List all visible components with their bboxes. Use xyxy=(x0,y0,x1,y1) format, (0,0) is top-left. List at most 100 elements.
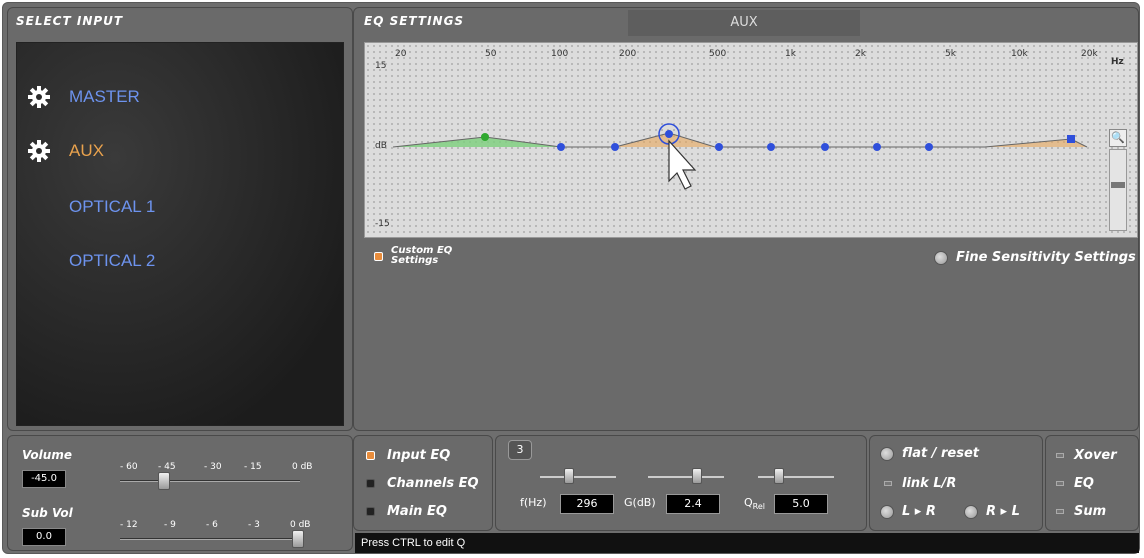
hz-unit-label: Hz xyxy=(1111,57,1124,67)
input-label-optical-1: OPTICAL 1 xyxy=(69,197,156,216)
custom-eq-label-2: Settings xyxy=(391,255,439,266)
fine-sensitivity-radio[interactable] xyxy=(934,250,948,265)
main-eq-option[interactable]: Main EQ xyxy=(366,504,447,519)
volume-value-field[interactable]: -45.0 xyxy=(22,470,66,488)
eq-node-2 xyxy=(557,143,565,151)
q-label-sub: Rel xyxy=(752,502,766,512)
input-eq-label: Input EQ xyxy=(387,448,451,463)
volume-slider-track[interactable] xyxy=(120,480,300,482)
custom-eq-led xyxy=(374,251,383,261)
input-item-aux[interactable]: AUX xyxy=(27,139,104,163)
xover-panel: Xover EQ Sum xyxy=(1045,435,1139,531)
volume-scale-tick: - 60 xyxy=(120,462,138,472)
eq-scrollbar[interactable] xyxy=(1109,149,1127,231)
status-bar: Press CTRL to edit Q xyxy=(355,533,1139,553)
volume-slider-knob[interactable] xyxy=(158,472,170,490)
eq-node-7 xyxy=(821,143,829,151)
subvol-scale-tick: - 9 xyxy=(164,520,176,530)
r-to-l-radio[interactable] xyxy=(964,504,978,519)
l-to-r-label: L ▸ R xyxy=(902,504,936,519)
volume-panel: Volume -45.0 - 60 - 45 - 30 - 15 0 dB Su… xyxy=(7,435,353,551)
input-label-optical-2: OPTICAL 2 xyxy=(69,251,156,270)
channels-eq-option[interactable]: Channels EQ xyxy=(366,476,479,491)
input-item-master[interactable]: MASTER xyxy=(27,85,140,109)
copy-r-to-l-button[interactable]: R ▸ L xyxy=(964,504,1020,519)
eq-node-9 xyxy=(925,143,933,151)
input-label-aux: AUX xyxy=(69,141,104,160)
eq-type-panel: Input EQ Channels EQ Main EQ xyxy=(353,435,493,531)
volume-scale-tick: 0 dB xyxy=(292,462,313,472)
eq-node-1 xyxy=(481,133,489,141)
flat-reset-button[interactable]: flat / reset xyxy=(880,446,979,461)
input-eq-option[interactable]: Input EQ xyxy=(366,448,450,463)
eq-curve xyxy=(392,123,1088,190)
subvol-scale-tick: 0 dB xyxy=(290,520,311,530)
subvol-label: Sub Vol xyxy=(22,506,73,520)
volume-scale-tick: - 30 xyxy=(204,462,222,472)
q-slider-track[interactable] xyxy=(758,476,834,478)
subvol-slider-track[interactable] xyxy=(120,538,300,540)
fine-sensitivity-label: Fine Sensitivity Settings xyxy=(956,250,1136,265)
gain-value-field[interactable]: 2.4 xyxy=(666,494,720,514)
sum-toggle[interactable]: Sum xyxy=(1056,504,1106,519)
channels-eq-led xyxy=(366,479,375,488)
input-list: MASTER AUX OPTICAL 1 OPTICAL 2 xyxy=(16,42,344,426)
eq-node-10 xyxy=(1067,135,1075,143)
input-item-optical-1[interactable]: OPTICAL 1 xyxy=(69,195,155,219)
custom-eq-toggle[interactable]: Custom EQ Settings xyxy=(374,246,452,266)
mouse-cursor-icon xyxy=(668,139,697,190)
scroll-thumb[interactable] xyxy=(1111,182,1125,188)
xover-led xyxy=(1056,453,1064,458)
band-params-panel: 3 f(Hz) 296 G(dB) 2.4 QRel 5.0 xyxy=(495,435,867,531)
eq-label: EQ xyxy=(1074,476,1094,491)
eq-settings-panel: EQ Settings AUX 20 50 100 200 500 1k 2k … xyxy=(353,7,1139,431)
subvol-slider-knob[interactable] xyxy=(292,530,304,548)
select-input-panel: Select Input MASTER AUX OPTICAL 1 OPTICA… xyxy=(7,7,353,431)
channels-eq-label: Channels EQ xyxy=(387,476,479,491)
eq-band-3-area xyxy=(615,133,715,147)
volume-scale-tick: - 45 xyxy=(158,462,176,472)
subvol-value-field[interactable]: 0.0 xyxy=(22,528,66,546)
select-input-title: Select Input xyxy=(16,14,124,28)
xover-label: Xover xyxy=(1074,448,1117,463)
main-eq-label: Main EQ xyxy=(387,504,447,519)
app-window: Select Input MASTER AUX OPTICAL 1 OPTICA… xyxy=(2,2,1140,554)
copy-l-to-r-button[interactable]: L ▸ R xyxy=(880,504,936,519)
fine-sensitivity-toggle[interactable]: Fine Sensitivity Settings xyxy=(934,250,1136,265)
gain-slider-knob[interactable] xyxy=(692,468,702,484)
l-to-r-radio[interactable] xyxy=(880,504,894,519)
freq-label: f(Hz) xyxy=(520,496,547,509)
band-number[interactable]: 3 xyxy=(508,440,532,460)
gear-icon[interactable] xyxy=(27,139,51,163)
eq-toggle[interactable]: EQ xyxy=(1056,476,1094,491)
gain-label: G(dB) xyxy=(624,496,656,509)
sum-label: Sum xyxy=(1074,504,1107,519)
gear-icon[interactable] xyxy=(27,85,51,109)
eq-led xyxy=(1056,481,1064,486)
link-lr-toggle[interactable]: link L/R xyxy=(884,476,956,491)
input-item-optical-2[interactable]: OPTICAL 2 xyxy=(69,249,155,273)
q-value-field[interactable]: 5.0 xyxy=(774,494,828,514)
eq-graph[interactable]: 20 50 100 200 500 1k 2k 5k 10k 20k Hz 15… xyxy=(364,42,1138,238)
link-lr-label: link L/R xyxy=(902,476,957,491)
xover-toggle[interactable]: Xover xyxy=(1056,448,1117,463)
flat-reset-radio[interactable] xyxy=(880,446,894,461)
volume-scale-tick: - 15 xyxy=(244,462,262,472)
eq-input-tab[interactable]: AUX xyxy=(628,10,860,36)
q-slider-knob[interactable] xyxy=(774,468,784,484)
freq-value-field[interactable]: 296 xyxy=(560,494,614,514)
r-to-l-label: R ▸ L xyxy=(986,504,1020,519)
flat-reset-panel: flat / reset link L/R L ▸ R R ▸ L xyxy=(869,435,1043,531)
flat-reset-label: flat / reset xyxy=(902,446,980,461)
freq-slider-knob[interactable] xyxy=(564,468,574,484)
gain-slider-track[interactable] xyxy=(648,476,724,478)
eq-band-1-area xyxy=(393,137,561,147)
volume-label: Volume xyxy=(22,448,72,462)
link-lr-led xyxy=(884,481,892,486)
subvol-scale-tick: - 3 xyxy=(248,520,260,530)
subvol-scale-tick: - 6 xyxy=(206,520,218,530)
magnifier-icon[interactable]: 🔍 xyxy=(1109,129,1127,147)
freq-slider-track[interactable] xyxy=(540,476,616,478)
eq-node-6 xyxy=(767,143,775,151)
eq-node-8 xyxy=(873,143,881,151)
